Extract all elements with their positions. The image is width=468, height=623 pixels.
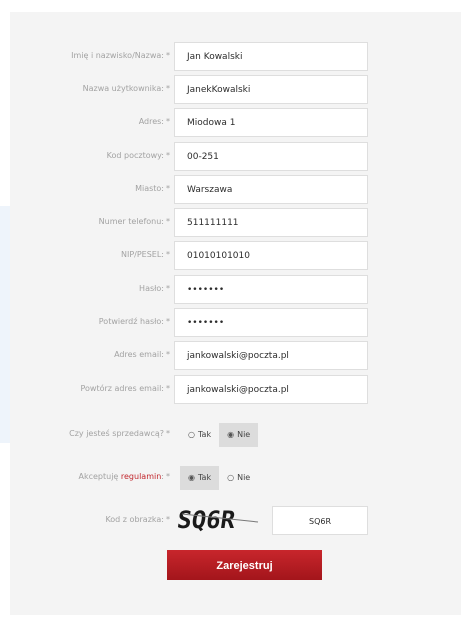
row-address: Adres: * Miodowa 1 [10, 108, 461, 140]
postal-code-label: Kod pocztowy: * [106, 151, 170, 160]
terms-link[interactable]: regulamin [121, 472, 161, 481]
password-input[interactable]: ••••••• [174, 275, 368, 304]
captcha-image: SQ6R [176, 506, 259, 534]
postal-code-input[interactable]: 00-251 [174, 142, 368, 171]
row-terms: Akceptuję regulamin: * ◉ Tak ○ Nie [10, 463, 461, 495]
email-repeat-input[interactable]: jankowalski@poczta.pl [174, 375, 368, 404]
row-phone: Numer telefonu: * 511111111 [10, 208, 461, 240]
row-nip-pesel: NIP/PESEL: * 01010101010 [10, 241, 461, 273]
password-confirm-label: Potwierdź hasło: * [98, 317, 170, 326]
phone-label: Numer telefonu: * [98, 217, 170, 226]
row-name: Imię i nazwisko/Nazwa: * Jan Kowalski [10, 42, 461, 74]
nip-pesel-input[interactable]: 01010101010 [174, 241, 368, 270]
row-captcha: Kod z obrazka: * SQ6R SQ6R [10, 506, 461, 538]
register-button[interactable]: Zarejestruj [167, 550, 322, 580]
password-confirm-input[interactable]: ••••••• [174, 308, 368, 337]
row-postal-code: Kod pocztowy: * 00-251 [10, 142, 461, 174]
email-input[interactable]: jankowalski@poczta.pl [174, 341, 368, 370]
phone-input[interactable]: 511111111 [174, 208, 368, 237]
accent-strip [0, 206, 10, 443]
row-password-confirm: Potwierdź hasło: * ••••••• [10, 308, 461, 340]
city-label: Miasto: * [135, 184, 170, 193]
address-input[interactable]: Miodowa 1 [174, 108, 368, 137]
terms-radio-nie[interactable]: ○ Nie [219, 466, 258, 490]
registration-form: Imię i nazwisko/Nazwa: * Jan Kowalski Naz… [10, 12, 461, 615]
radio-checked-icon: ◉ [188, 473, 195, 482]
address-label: Adres: * [138, 117, 170, 126]
row-username: Nazwa użytkownika: * JanekKowalski [10, 75, 461, 107]
seller-radio-tak[interactable]: ○ Tak [180, 423, 219, 447]
captcha-label: Kod z obrazka: * [105, 515, 170, 524]
username-label: Nazwa użytkownika: * [82, 84, 170, 93]
seller-radio-nie[interactable]: ◉ Nie [219, 422, 259, 447]
name-label: Imię i nazwisko/Nazwa: * [71, 51, 170, 60]
row-password: Hasło: * ••••••• [10, 275, 461, 307]
row-seller: Czy jesteś sprzedawcą? * ○ Tak ◉ Nie [10, 420, 461, 452]
username-input[interactable]: JanekKowalski [174, 75, 368, 104]
city-input[interactable]: Warszawa [174, 175, 368, 204]
terms-radio-tak[interactable]: ◉ Tak [180, 465, 220, 490]
radio-unchecked-icon: ○ [227, 473, 235, 482]
svg-text:SQ6R: SQ6R [176, 506, 238, 534]
terms-radio-group: ◉ Tak ○ Nie [180, 463, 258, 492]
row-email: Adres email: * jankowalski@poczta.pl [10, 341, 461, 373]
name-input[interactable]: Jan Kowalski [174, 42, 368, 71]
email-repeat-label: Powtórz adres email: * [80, 384, 170, 393]
captcha-input[interactable]: SQ6R [272, 506, 368, 535]
radio-unchecked-icon: ○ [188, 430, 195, 439]
terms-label: Akceptuję regulamin: * [78, 472, 170, 481]
password-label: Hasło: * [139, 284, 170, 293]
seller-radio-group: ○ Tak ◉ Nie [180, 420, 259, 449]
email-label: Adres email: * [114, 350, 170, 359]
row-city: Miasto: * Warszawa [10, 175, 461, 207]
seller-label: Czy jesteś sprzedawcą? * [69, 429, 170, 438]
nip-pesel-label: NIP/PESEL: * [120, 250, 170, 259]
row-email-repeat: Powtórz adres email: * jankowalski@poczta… [10, 375, 461, 407]
radio-checked-icon: ◉ [227, 430, 235, 439]
